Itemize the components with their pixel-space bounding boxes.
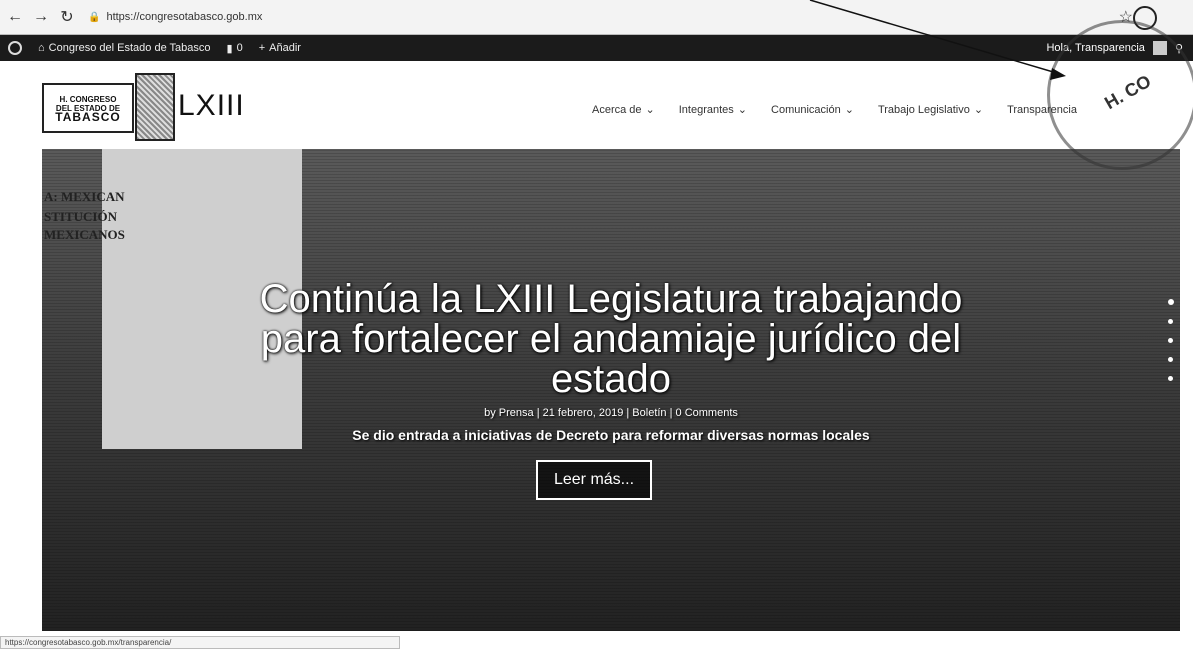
chevron-down-icon: ⌄ <box>844 104 854 116</box>
slider-dot[interactable] <box>1168 319 1173 324</box>
hero-title-line-2: para fortalecer el andamiaje jurídico de… <box>260 317 962 361</box>
add-new-label: Añadir <box>269 42 301 54</box>
post-summary: Se dio entrada a iniciativas de Decreto … <box>352 427 870 443</box>
address-bar[interactable]: 🔒 https://congresotabasco.gob.mx <box>88 11 262 23</box>
hero-title[interactable]: Continúa la LXIII Legislatura trabajando… <box>42 279 1180 399</box>
post-meta: by Prensa | 21 febrero, 2019 | Boletín |… <box>484 407 738 419</box>
status-bar: https://congresotabasco.gob.mx/transpare… <box>0 636 400 649</box>
nav-item-comunicacion[interactable]: Comunicación ⌄ <box>771 103 854 117</box>
add-new-link[interactable]: + Añadir <box>251 42 309 54</box>
hero-slider: A: MEXICAN STITUCIÓN MEXICANOS Continúa … <box>42 149 1180 631</box>
plus-icon: + <box>258 42 266 54</box>
comments-count: 0 <box>236 42 243 54</box>
crest-icon <box>135 73 175 141</box>
legislature-label: LXIII <box>178 89 245 122</box>
nav-item-acerca[interactable]: Acerca de ⌄ <box>592 103 655 117</box>
chevron-down-icon: ⌄ <box>645 104 655 116</box>
url-text: https://congresotabasco.gob.mx <box>106 11 263 23</box>
nav-item-integrantes[interactable]: Integrantes ⌄ <box>679 103 748 117</box>
site-header: H. CONGRESO DEL ESTADO DE TABASCO LXIII … <box>0 61 1193 149</box>
wordpress-icon <box>8 41 22 55</box>
wall-text-1: A: MEXICAN <box>44 189 125 204</box>
wall-text-2: STITUCIÓN <box>44 209 117 224</box>
chevron-down-icon: ⌄ <box>737 104 748 116</box>
logo-line-1: H. CONGRESO <box>59 94 117 104</box>
logo-line-3: TABASCO <box>55 109 121 124</box>
wp-logo-button[interactable] <box>0 41 30 55</box>
browser-toolbar: ← → ↻ 🔒 https://congresotabasco.gob.mx ☆ <box>0 0 1193 35</box>
lock-icon: 🔒 <box>88 11 101 23</box>
forward-icon[interactable]: → <box>30 6 52 28</box>
home-icon: ⌂ <box>38 42 45 54</box>
slider-dot[interactable] <box>1168 299 1174 305</box>
comments-link[interactable]: ▮ 0 <box>219 42 251 55</box>
slider-dot[interactable] <box>1168 338 1173 343</box>
site-name-label: Congreso del Estado de Tabasco <box>48 42 211 54</box>
nav-item-trabajo-legislativo[interactable]: Trabajo Legislativo ⌄ <box>878 103 984 117</box>
hero-title-line-3: estado <box>550 357 672 401</box>
slider-dot[interactable] <box>1168 357 1173 362</box>
hero-title-line-1: Continúa la LXIII Legislatura trabajando <box>259 277 963 321</box>
wall-text-3: MEXICANOS <box>44 227 125 242</box>
main-nav: Acerca de ⌄ Integrantes ⌄ Comunicación ⌄ Tr… <box>592 103 1077 117</box>
back-icon[interactable]: ← <box>4 6 26 28</box>
site-name-link[interactable]: ⌂ Congreso del Estado de Tabasco <box>30 42 219 54</box>
slider-dot[interactable] <box>1168 376 1173 381</box>
site-logo[interactable]: H. CONGRESO DEL ESTADO DE TABASCO <box>42 83 134 133</box>
read-more-button[interactable]: Leer más... <box>536 460 652 500</box>
chevron-down-icon: ⌄ <box>973 104 984 116</box>
comment-icon: ▮ <box>226 42 233 55</box>
slider-pagination <box>1168 299 1174 381</box>
wp-admin-bar: ⌂ Congreso del Estado de Tabasco ▮ 0 + A… <box>0 35 1193 61</box>
reload-icon[interactable]: ↻ <box>56 6 78 28</box>
